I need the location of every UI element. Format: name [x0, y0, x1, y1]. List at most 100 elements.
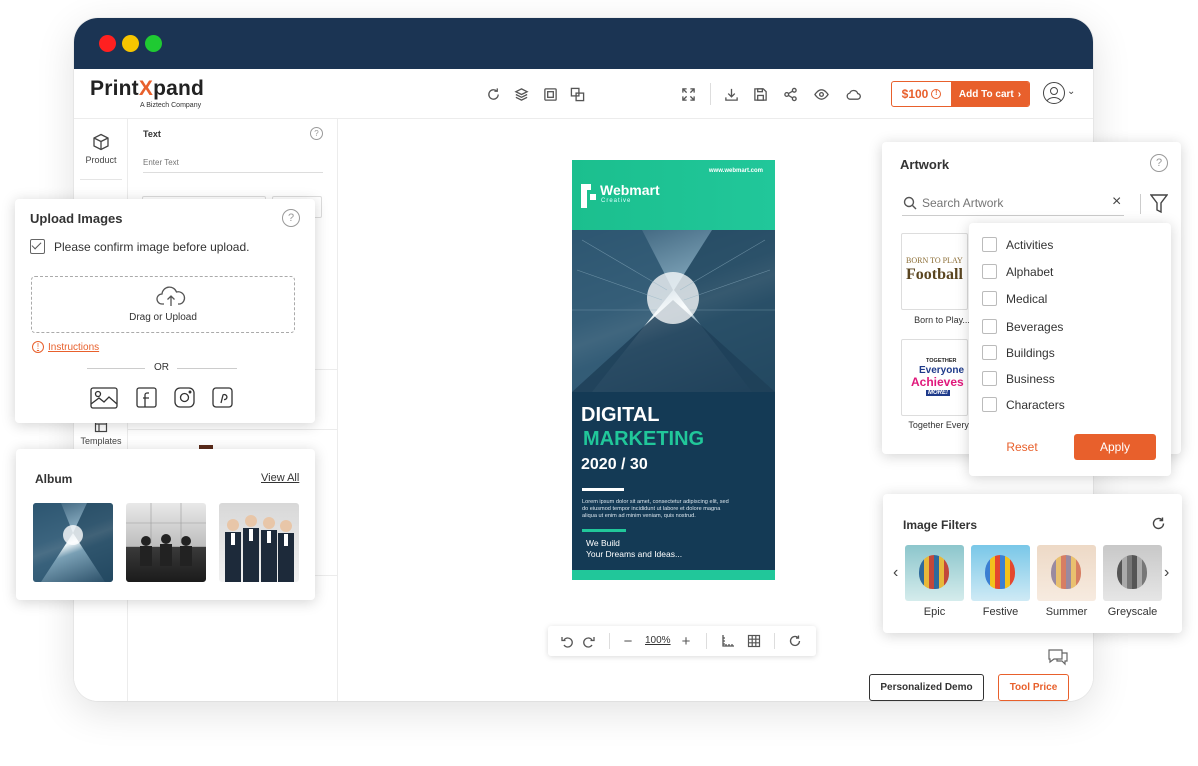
album-image-buildings[interactable] — [33, 503, 113, 582]
category-label: Alphabet — [1006, 264, 1054, 279]
clear-icon[interactable]: × — [1112, 193, 1121, 211]
filter-greyscale[interactable] — [1103, 545, 1162, 601]
apply-button[interactable]: Apply — [1074, 434, 1156, 460]
sidebar-item-label: Templates — [80, 436, 122, 446]
help-icon[interactable]: ? — [282, 209, 300, 227]
filter-summer[interactable] — [1037, 545, 1096, 601]
poster-divider — [582, 529, 626, 532]
sidebar-item-templates[interactable]: Templates — [74, 419, 128, 446]
category-option[interactable]: Characters — [982, 397, 1065, 412]
poster-design[interactable]: www.webmart.com Webmart Creative DIGITAL… — [572, 160, 775, 580]
sidebar-item-product[interactable]: Product — [74, 133, 128, 165]
price-cart-button[interactable]: $100! Add To cart › — [891, 81, 1030, 107]
artwork-search-field: × — [902, 192, 1124, 216]
filter-festive[interactable] — [971, 545, 1030, 601]
filter-label: Greyscale — [1107, 606, 1158, 618]
checkbox-unchecked-icon[interactable] — [982, 291, 997, 306]
checkbox-unchecked-icon[interactable] — [982, 371, 997, 386]
facebook-icon[interactable] — [136, 387, 157, 408]
share-icon[interactable] — [782, 86, 798, 102]
help-icon[interactable]: ? — [1150, 154, 1168, 172]
poster-header: www.webmart.com Webmart Creative — [572, 160, 775, 230]
poster-buildings-photo — [572, 230, 775, 392]
zoom-divider — [609, 633, 610, 649]
category-label: Characters — [1006, 397, 1065, 412]
or-label: OR — [154, 362, 169, 373]
instagram-icon[interactable] — [174, 387, 195, 408]
category-option[interactable]: Buildings — [982, 345, 1055, 360]
category-option[interactable]: Business — [982, 371, 1055, 386]
poster-footer-bar — [572, 570, 775, 580]
artwork-item-football[interactable]: BORN TO PLAY Football — [901, 233, 968, 310]
checkbox-unchecked-icon[interactable] — [982, 319, 997, 334]
chevron-right-icon[interactable]: › — [1164, 564, 1169, 582]
chevron-left-icon[interactable]: ‹ — [893, 564, 898, 582]
album-image-meeting[interactable] — [126, 503, 206, 582]
poster-brand: Webmart — [600, 182, 660, 198]
close-window-dot[interactable] — [99, 35, 116, 52]
category-option[interactable]: Beverages — [982, 319, 1063, 334]
category-option[interactable]: Alphabet — [982, 264, 1053, 279]
poster-logo-icon — [581, 184, 596, 208]
confirm-upload-checkbox[interactable]: Please confirm image before upload. — [30, 239, 249, 254]
enter-text-input[interactable] — [143, 153, 323, 173]
zoom-in-icon[interactable]: + — [678, 633, 694, 650]
reset-view-icon[interactable] — [787, 633, 803, 649]
artwork-item-together[interactable]: TOGETHER Everyone Achieves MORE! — [901, 339, 968, 416]
chat-icon[interactable] — [1046, 647, 1070, 667]
album-image-team[interactable] — [219, 503, 299, 582]
checkbox-unchecked-icon[interactable] — [982, 397, 997, 412]
refresh-icon[interactable] — [485, 86, 501, 102]
undo-icon[interactable] — [559, 633, 575, 649]
help-icon[interactable]: ? — [310, 127, 323, 140]
preview-icon[interactable] — [813, 86, 829, 102]
filter-icon[interactable] — [1150, 194, 1168, 214]
sidebar-item-label: Product — [85, 155, 117, 165]
category-option[interactable]: Medical — [982, 291, 1047, 306]
user-avatar-icon[interactable] — [1043, 82, 1065, 104]
artwork-text: TOGETHER — [926, 358, 957, 364]
chevron-down-icon[interactable]: ⌄ — [1067, 86, 1075, 97]
redo-icon[interactable] — [581, 633, 597, 649]
checkbox-unchecked-icon[interactable] — [982, 264, 997, 279]
reset-button[interactable]: Reset — [989, 434, 1055, 460]
category-option[interactable]: Activities — [982, 237, 1053, 252]
duplicate-icon[interactable] — [542, 86, 558, 102]
upload-dropzone[interactable]: Drag or Upload — [31, 276, 295, 333]
artwork-text: Achieves — [911, 375, 964, 389]
poster-headline-3: 2020 / 30 — [581, 456, 648, 473]
minimize-window-dot[interactable] — [122, 35, 139, 52]
pinterest-icon[interactable] — [212, 387, 233, 408]
tool-price-button[interactable]: Tool Price — [998, 674, 1069, 701]
upload-drop-label: Drag or Upload — [129, 312, 197, 323]
checkbox-unchecked-icon[interactable] — [982, 345, 997, 360]
view-all-link[interactable]: View All — [261, 472, 299, 484]
or-divider — [177, 368, 237, 369]
fullscreen-icon[interactable] — [680, 86, 696, 102]
gallery-icon[interactable] — [90, 387, 118, 409]
layers-icon[interactable] — [513, 86, 529, 102]
cloud-icon[interactable] — [845, 86, 861, 102]
group-icon[interactable] — [569, 86, 585, 102]
filter-epic[interactable] — [905, 545, 964, 601]
checkbox-unchecked-icon[interactable] — [982, 237, 997, 252]
personalized-demo-button[interactable]: Personalized Demo — [869, 674, 984, 701]
sidebar-divider — [80, 179, 122, 180]
poster-headline-1: DIGITAL — [581, 404, 660, 426]
image-filters-panel: Image Filters ‹ › Epic Festive Summer Gr… — [883, 494, 1182, 633]
grid-icon[interactable] — [746, 633, 762, 649]
poster-brand-sub: Creative — [601, 198, 632, 204]
cloud-upload-icon — [156, 286, 186, 306]
checkbox-checked-icon[interactable] — [30, 239, 45, 254]
artwork-search-input[interactable] — [922, 194, 1102, 212]
zoom-level[interactable]: 100% — [645, 635, 671, 646]
add-to-cart-button[interactable]: Add To cart › — [951, 82, 1029, 106]
zoom-out-icon[interactable]: − — [620, 633, 636, 650]
save-icon[interactable] — [752, 86, 768, 102]
refresh-icon[interactable] — [1151, 516, 1166, 531]
maximize-window-dot[interactable] — [145, 35, 162, 52]
download-icon[interactable] — [723, 86, 739, 102]
instructions-link[interactable]: ! Instructions — [32, 341, 99, 353]
ruler-icon[interactable] — [720, 633, 736, 649]
artwork-text: BORN TO PLAY — [906, 256, 963, 265]
